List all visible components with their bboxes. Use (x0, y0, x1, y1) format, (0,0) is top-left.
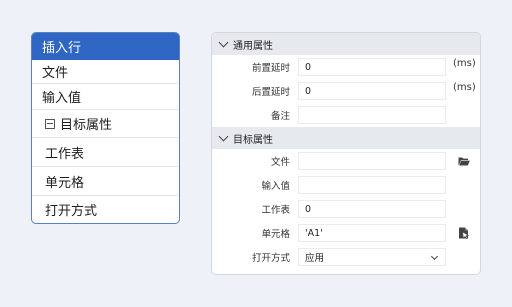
row-sheet: 工作表 0 (212, 197, 480, 221)
cell-label: 单元格 (261, 229, 290, 240)
section-title: 目标属性 (233, 134, 273, 146)
post-delay-label: 后置延时 (251, 87, 290, 98)
row-cell: 单元格 'A1' (212, 221, 480, 245)
menu-item-cell[interactable]: 单元格 (32, 167, 179, 196)
menu-item-sheet[interactable]: 工作表 (32, 138, 179, 167)
input-value-label: 输入值 (261, 181, 290, 192)
row-file: 文件 (212, 149, 480, 173)
menu-item-label: 目标属性 (60, 118, 113, 133)
sheet-field[interactable]: 0 (298, 200, 446, 218)
pre-delay-field[interactable]: 0 (298, 58, 446, 76)
chevron-down-icon[interactable] (218, 131, 229, 142)
open-mode-value: 应用 (305, 253, 325, 264)
insert-row-header[interactable]: 插入行 (32, 33, 179, 60)
menu-item-file[interactable]: 文件 (32, 60, 179, 84)
menu-item-target-properties[interactable]: 目标属性 (32, 110, 179, 138)
post-delay-unit: (ms) (453, 82, 476, 93)
menu-item-input-value[interactable]: 输入值 (32, 84, 179, 110)
open-mode-select[interactable]: 应用 (298, 248, 446, 266)
cell-select-icon[interactable] (458, 227, 470, 239)
menu-item-open-mode[interactable]: 打开方式 (32, 196, 179, 223)
folder-open-icon[interactable] (458, 155, 470, 167)
row-pre-delay: 前置延时 0 (ms) (212, 55, 480, 79)
note-label: 备注 (270, 111, 290, 122)
row-note: 备注 (212, 103, 480, 127)
section-target[interactable]: 目标属性 (212, 127, 480, 149)
sheet-label: 工作表 (261, 205, 290, 216)
note-field[interactable] (298, 106, 446, 124)
file-label: 文件 (270, 157, 290, 168)
collapse-icon[interactable] (45, 118, 55, 129)
pre-delay-label: 前置延时 (251, 63, 290, 74)
pre-delay-unit: (ms) (453, 58, 476, 69)
open-mode-label: 打开方式 (251, 253, 290, 264)
row-post-delay: 后置延时 0 (ms) (212, 79, 480, 103)
property-grid: 通用属性 前置延时 0 (ms) 后置延时 0 (ms) 备注 目标属性 文件 … (211, 32, 481, 275)
insert-row-panel: 插入行 文件 输入值 目标属性 工作表 单元格 打开方式 (31, 32, 180, 224)
row-input-value: 输入值 (212, 173, 480, 197)
row-open-mode: 打开方式 应用 (212, 245, 480, 269)
cell-field[interactable]: 'A1' (298, 224, 446, 242)
input-value-field[interactable] (298, 176, 446, 194)
chevron-down-icon[interactable] (218, 37, 229, 48)
section-title: 通用属性 (233, 40, 273, 52)
chevron-down-icon[interactable] (430, 252, 439, 261)
file-field[interactable] (298, 152, 446, 170)
section-general[interactable]: 通用属性 (212, 33, 480, 55)
post-delay-field[interactable]: 0 (298, 82, 446, 100)
